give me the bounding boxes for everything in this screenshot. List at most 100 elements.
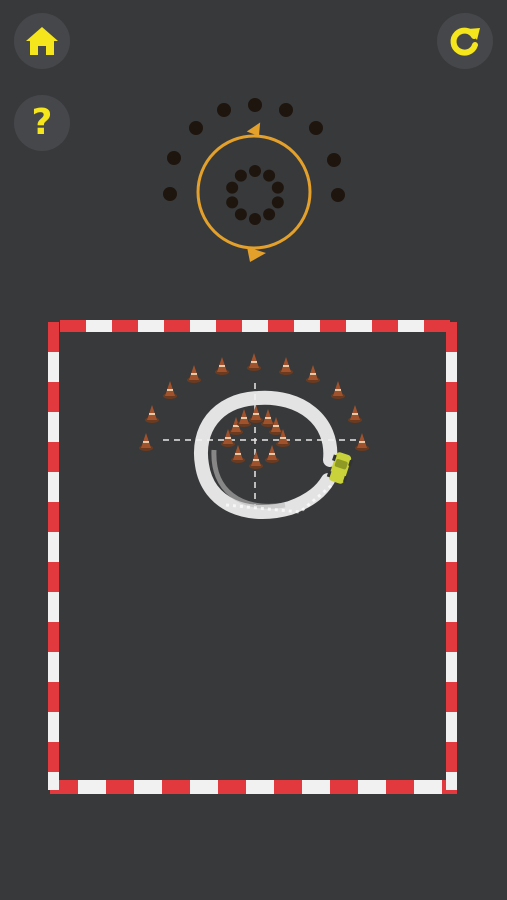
hint-dot [263,169,276,182]
barrier-block [274,780,302,794]
hint-dot [167,151,181,165]
barrier-block [218,780,246,794]
barrier-block [162,780,190,794]
barrier-block [446,652,457,682]
barrier-block [414,780,442,794]
hint-dot [327,153,341,167]
hint-dot [163,187,177,201]
hint-dot [271,196,284,209]
barrier-block [48,412,59,442]
barrier-block [216,320,242,332]
hint-inner-dots [226,165,284,225]
hint-dot [217,103,231,117]
hint-dot [331,188,345,202]
barrier-block [446,682,457,712]
hint-dot [248,98,262,112]
barrier-block [302,780,330,794]
hint-dot [271,181,284,194]
barrier-block [60,320,86,332]
barrier-block [446,742,457,772]
barrier-block [446,382,457,412]
barrier-block [242,320,268,332]
barrier-block [86,320,112,332]
arena-barrier [48,320,457,794]
barrier-block [48,562,59,592]
traffic-cone [265,445,279,463]
barrier-block [112,320,138,332]
hint-dot [234,169,247,182]
hint-dot [249,165,261,177]
hint-dot [234,208,247,221]
barrier-block [48,322,59,352]
barrier-block [48,712,59,742]
barrier-block [190,780,218,794]
barrier-block [294,320,320,332]
barrier-block [320,320,346,332]
traffic-cone [237,409,251,427]
hint-dot [189,121,203,135]
barrier-block [446,532,457,562]
barrier-block [246,780,274,794]
traffic-cone [355,433,369,451]
barrier-block [358,780,386,794]
barrier-block [330,780,358,794]
barrier-block [134,780,162,794]
barrier-block [346,320,372,332]
barrier-block [446,412,457,442]
barrier-block [268,320,294,332]
traffic-cone [249,405,263,423]
barrier-block [48,682,59,712]
barrier-block [48,502,59,532]
hint-dot [249,213,261,225]
barrier-block [190,320,216,332]
barrier-block [446,322,457,352]
barrier-block [48,592,59,622]
hint-dot [309,121,323,135]
traffic-cone [331,381,345,399]
barrier-block [48,472,59,502]
traffic-cone [249,451,263,469]
barrier-block [164,320,190,332]
barrier-block [398,320,424,332]
barrier-block [446,622,457,652]
traffic-cone [279,357,293,375]
barrier-block [48,442,59,472]
barrier-block [446,352,457,382]
circular-arrows-icon [196,122,312,262]
barrier-block [138,320,164,332]
barrier-block [446,562,457,592]
traffic-cone [231,445,245,463]
traffic-cone [163,381,177,399]
barrier-block [48,652,59,682]
barrier-block [48,352,59,382]
barrier-block [48,622,59,652]
traffic-cone [348,405,362,423]
traffic-cone [261,409,275,427]
barrier-block [48,532,59,562]
barrier-block [446,772,457,790]
barrier-block [446,472,457,502]
barrier-block [372,320,398,332]
game-stage[interactable] [0,0,507,900]
traffic-cone [145,405,159,423]
traffic-cone [247,353,261,371]
barrier-block [48,382,59,412]
barrier-block [78,780,106,794]
hint-dot [263,208,276,221]
barrier-block [446,592,457,622]
hint-dot [226,196,239,209]
barrier-block [386,780,414,794]
hint-dot [279,103,293,117]
traffic-cone [215,357,229,375]
traffic-cone [187,365,201,383]
traffic-cone [306,365,320,383]
traffic-cone [139,433,153,451]
barrier-block [48,742,59,772]
barrier-block [106,780,134,794]
barrier-block [446,712,457,742]
barrier-block [446,442,457,472]
hint-diagram [163,98,345,262]
hint-dot [226,181,239,194]
barrier-block [48,772,59,790]
hint-outer-dots [163,98,345,202]
